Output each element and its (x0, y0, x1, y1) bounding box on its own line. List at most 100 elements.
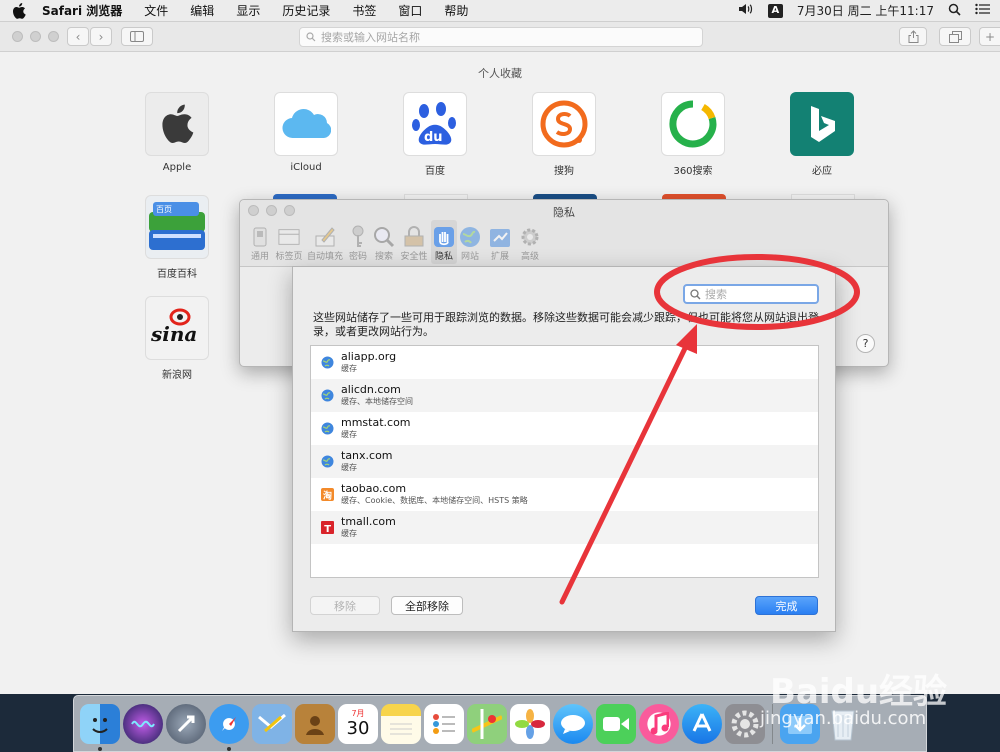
site-host: alicdn.com (341, 383, 401, 396)
tmall-icon: T (321, 521, 334, 534)
launchpad-icon[interactable] (166, 703, 206, 744)
system-preferences-icon[interactable] (725, 703, 765, 744)
address-bar[interactable]: 搜索或输入网站名称 (299, 27, 703, 47)
done-button[interactable]: 完成 (755, 596, 818, 615)
svg-text:百页: 百页 (156, 205, 172, 214)
help-button[interactable]: ? (856, 334, 875, 353)
svg-text:T: T (324, 524, 331, 534)
globe-icon (459, 225, 481, 249)
menu-view[interactable]: 显示 (236, 2, 260, 19)
calendar-icon[interactable]: 7月 30 (338, 703, 378, 744)
site-data-types: 缓存 (341, 430, 357, 439)
forward-button[interactable]: › (90, 27, 112, 46)
list-item[interactable]: alicdn.com 缓存、本地储存空间 (311, 379, 818, 412)
siri-icon[interactable] (123, 703, 163, 744)
appstore-icon[interactable] (682, 703, 722, 744)
share-icon (908, 30, 918, 43)
mail-icon[interactable] (252, 703, 292, 744)
list-item[interactable]: mmstat.com 缓存 (311, 412, 818, 445)
spotlight-icon[interactable] (948, 3, 961, 19)
favorite-icloud[interactable]: iCloud (266, 92, 346, 173)
menu-history[interactable]: 历史记录 (282, 2, 330, 19)
lock-icon (403, 225, 425, 249)
tab-extensions[interactable]: 扩展 (483, 220, 517, 264)
back-button[interactable]: ‹ (67, 27, 89, 46)
tab-websites[interactable]: 网站 (457, 220, 483, 264)
tab-security[interactable]: 安全性 (397, 220, 431, 264)
favorite-360[interactable]: 360搜索 (653, 92, 733, 177)
globe-icon (321, 455, 334, 468)
website-data-search-field[interactable]: 搜索 (683, 284, 819, 304)
favorite-apple[interactable]: Apple (137, 92, 217, 173)
website-data-list[interactable]: aliapp.org 缓存 alicdn.com 缓存、本地储存空间 mmstat.… (310, 345, 819, 578)
site-data-types: 缓存 (341, 364, 357, 373)
safari-icon[interactable] (209, 703, 249, 751)
menu-file[interactable]: 文件 (144, 2, 168, 19)
remove-button[interactable]: 移除 (310, 596, 380, 615)
menu-bar: Safari 浏览器 文件 编辑 显示 历史记录 书签 窗口 帮助 A 7月30… (0, 0, 1000, 22)
site-host: taobao.com (341, 482, 407, 495)
input-method-indicator[interactable]: A (767, 3, 783, 18)
sidebar-button[interactable] (121, 27, 153, 46)
watermark-url: jingyan.baidu.com (760, 708, 927, 729)
favorite-baidu[interactable]: du 百度 (395, 92, 475, 177)
baidu-baike-icon: 百页 (145, 195, 209, 259)
menu-bookmarks[interactable]: 书签 (352, 2, 376, 19)
favorite-label: 百度 (425, 166, 445, 177)
new-tab-button[interactable]: + (979, 27, 1000, 46)
tab-privacy[interactable]: 隐私 (431, 220, 457, 264)
share-button[interactable] (899, 27, 927, 46)
calendar-day: 30 (346, 717, 370, 739)
tab-tabs[interactable]: 标签页 (273, 220, 305, 264)
notification-center-icon[interactable] (975, 3, 990, 18)
menu-help[interactable]: 帮助 (444, 2, 468, 19)
close-window-button[interactable] (12, 31, 23, 42)
menu-window[interactable]: 窗口 (398, 2, 422, 19)
svg-text:du: du (424, 130, 443, 145)
remove-all-button[interactable]: 全部移除 (391, 596, 463, 615)
notes-icon[interactable] (381, 703, 421, 744)
site-data-types: 缓存、Cookie、数据库、本地储存空间、HSTS 策略 (341, 496, 528, 505)
list-item[interactable]: 淘 taobao.com 缓存、Cookie、数据库、本地储存空间、HSTS 策略 (311, 478, 818, 511)
menu-app-name[interactable]: Safari 浏览器 (42, 2, 122, 19)
maps-icon[interactable] (467, 703, 507, 744)
favorite-sogou[interactable]: 搜狗 (524, 92, 604, 177)
tab-overview-button[interactable] (939, 27, 971, 46)
tab-advanced[interactable]: 高级 (517, 220, 543, 264)
menu-edit[interactable]: 编辑 (190, 2, 214, 19)
reminders-icon[interactable] (424, 703, 464, 744)
tab-search[interactable]: 搜索 (371, 220, 397, 264)
list-item[interactable]: T tmall.com 缓存 (311, 511, 818, 544)
favorite-sina[interactable]: sina 新浪网 (137, 296, 217, 381)
key-icon (347, 225, 369, 249)
tab-general[interactable]: 通用 (247, 220, 273, 264)
apple-menu-icon[interactable] (10, 2, 28, 20)
contacts-icon[interactable] (295, 703, 335, 744)
tab-autofill[interactable]: 自动填充 (305, 220, 345, 264)
music-icon[interactable] (639, 703, 679, 744)
favorite-bing[interactable]: 必应 (782, 92, 862, 177)
facetime-icon[interactable] (596, 703, 636, 744)
site-host: tmall.com (341, 515, 396, 528)
favorite-label: iCloud (290, 162, 322, 173)
safari-toolbar: ‹ › 搜索或输入网站名称 + (0, 22, 1000, 52)
preferences-title: 隐私 (553, 206, 575, 219)
apple-logo-icon (145, 92, 209, 156)
puzzle-icon (489, 225, 511, 249)
zoom-window-button[interactable] (48, 31, 59, 42)
tabs-window-icon (278, 225, 300, 249)
tab-passwords[interactable]: 密码 (345, 220, 371, 264)
photos-icon[interactable] (510, 703, 550, 744)
address-placeholder: 搜索或输入网站名称 (321, 31, 420, 44)
tab-label: 标签页 (275, 252, 303, 262)
finder-icon[interactable] (80, 703, 120, 751)
messages-icon[interactable] (553, 703, 593, 744)
favorite-baike[interactable]: 百页 百度百科 (137, 195, 217, 280)
volume-icon[interactable] (738, 3, 754, 18)
list-item[interactable]: tanx.com 缓存 (311, 445, 818, 478)
menubar-clock[interactable]: 7月30日 周二 上午11:17 (797, 2, 934, 19)
window-controls (12, 31, 59, 42)
list-item[interactable]: aliapp.org 缓存 (311, 346, 818, 379)
website-data-sheet: 搜索 这些网站储存了一些可用于跟踪浏览的数据。移除这些数据可能会减少跟踪，但也可… (292, 266, 836, 632)
minimize-window-button[interactable] (30, 31, 41, 42)
